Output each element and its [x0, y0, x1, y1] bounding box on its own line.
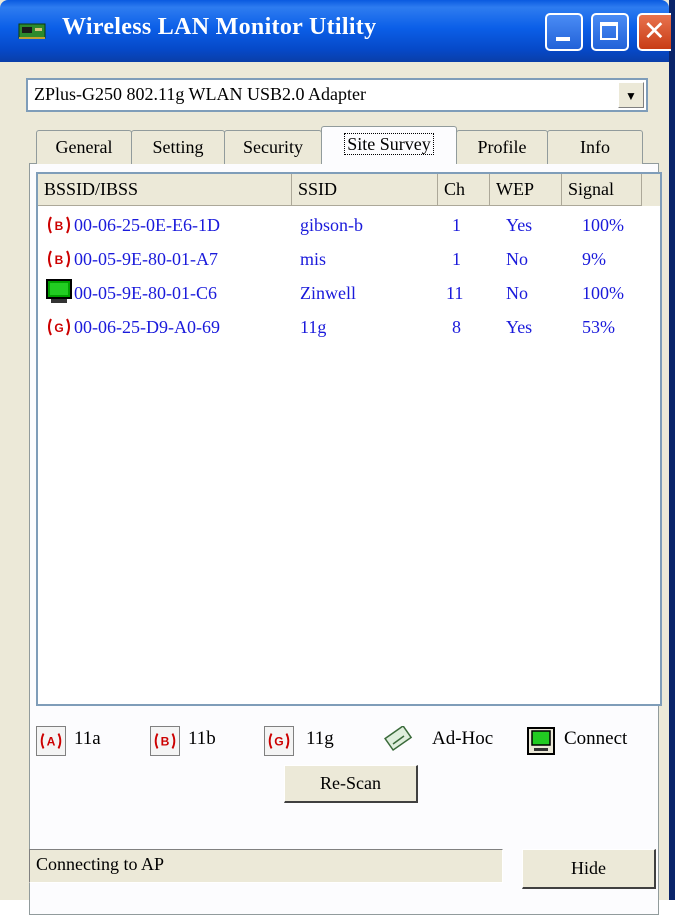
column-header-wep[interactable]: WEP: [490, 174, 562, 206]
minimize-button[interactable]: [545, 13, 583, 51]
channel-cell: 8: [452, 317, 461, 337]
legend-label-11a: 11a: [74, 728, 101, 749]
tab-setting[interactable]: Setting: [131, 130, 225, 164]
legend-label-11b: 11b: [188, 728, 216, 749]
channel-cell: 1: [452, 215, 461, 235]
b-badge-icon: B: [48, 216, 70, 234]
adapter-select-value: ZPlus-G250 802.11g WLAN USB2.0 Adapter: [34, 84, 366, 104]
bssid-value: 00-05-9E-80-01-C6: [74, 283, 217, 303]
ssid-cell: mis: [300, 249, 327, 269]
g-badge-icon: G: [264, 726, 294, 756]
legend-label-connect: Connect: [564, 728, 628, 749]
connect-icon: [46, 278, 72, 303]
table-row[interactable]: G 00-06-25-D9-A0-69 11g 8 Yes 53%: [38, 310, 660, 344]
bssid-value: 00-06-25-0E-E6-1D: [74, 215, 220, 235]
a-badge-icon: A: [36, 726, 66, 756]
legend-label-11g: 11g: [306, 728, 334, 749]
signal-cell: 100%: [582, 215, 624, 235]
minimize-icon: [556, 37, 570, 41]
hide-button[interactable]: Hide: [522, 849, 656, 889]
tab-info[interactable]: Info: [547, 130, 643, 164]
bssid-cell: 00-05-9E-80-01-C6: [46, 276, 217, 310]
signal-cell: 53%: [582, 317, 615, 337]
b-badge-icon: B: [150, 726, 180, 756]
wep-cell: No: [506, 249, 528, 269]
tab-profile[interactable]: Profile: [456, 130, 548, 164]
tab-security[interactable]: Security: [224, 130, 322, 164]
tab-site-survey[interactable]: Site Survey: [321, 126, 457, 164]
ssid-cell: gibson-b: [300, 215, 363, 235]
bssid-cell: B 00-06-25-0E-E6-1D: [46, 208, 220, 242]
channel-cell: 1: [452, 249, 461, 269]
b-badge-letter: B: [55, 219, 64, 233]
wep-cell: Yes: [506, 215, 533, 235]
title-bar[interactable]: Wireless LAN Monitor Utility ✕: [0, 0, 671, 62]
table-row[interactable]: B 00-05-9E-80-01-A7 mis 1 No 9%: [38, 242, 660, 276]
signal-cell: 100%: [582, 283, 624, 303]
b-badge-letter: B: [161, 735, 170, 749]
close-icon: ✕: [643, 16, 666, 47]
b-badge-letter: B: [55, 253, 64, 267]
dropdown-arrow-icon[interactable]: ▼: [618, 82, 644, 108]
a-badge-letter: A: [47, 735, 56, 749]
adapter-select[interactable]: ZPlus-G250 802.11g WLAN USB2.0 Adapter ▼: [26, 78, 648, 112]
g-badge-icon: G: [48, 318, 70, 336]
status-bar: Connecting to AP: [29, 849, 503, 883]
ssid-cell: Zinwell: [300, 283, 356, 303]
tab-general[interactable]: General: [36, 130, 132, 164]
adhoc-icon: [384, 726, 413, 752]
column-header-ssid[interactable]: SSID: [292, 174, 438, 206]
list-header: BSSID/IBSS SSID Ch WEP Signal: [38, 174, 660, 206]
g-badge-letter: G: [54, 321, 63, 335]
signal-cell: 9%: [582, 249, 606, 269]
column-header-signal[interactable]: Signal: [562, 174, 642, 206]
tab-site-survey-label: Site Survey: [344, 133, 434, 155]
table-row[interactable]: 00-05-9E-80-01-C6 Zinwell 11 No 100%: [38, 276, 660, 310]
bssid-value: 00-06-25-D9-A0-69: [74, 317, 220, 337]
wep-cell: Yes: [506, 317, 533, 337]
maximize-button[interactable]: [591, 13, 629, 51]
maximize-icon: [600, 22, 618, 40]
column-header-ch[interactable]: Ch: [438, 174, 490, 206]
wlan-card-icon: [18, 23, 46, 39]
window-title: Wireless LAN Monitor Utility: [62, 14, 377, 40]
column-header-bssid[interactable]: BSSID/IBSS: [38, 174, 292, 206]
app-window: Wireless LAN Monitor Utility ✕ ZPlus-G25…: [0, 0, 675, 915]
bssid-value: 00-05-9E-80-01-A7: [74, 249, 218, 269]
legend: A 11a B 11b G 11g Ad-Hoc Connect: [36, 722, 666, 762]
close-button[interactable]: ✕: [637, 13, 671, 51]
legend-label-adhoc: Ad-Hoc: [432, 728, 494, 749]
connect-icon: [527, 727, 555, 755]
rescan-button[interactable]: Re-Scan: [284, 765, 418, 803]
channel-cell: 11: [446, 283, 464, 303]
b-badge-icon: B: [48, 250, 70, 268]
ssid-cell: 11g: [300, 317, 327, 337]
wep-cell: No: [506, 283, 528, 303]
site-survey-list[interactable]: BSSID/IBSS SSID Ch WEP Signal B 00-06-25…: [36, 172, 662, 706]
g-badge-letter: G: [274, 735, 283, 749]
table-row[interactable]: B 00-06-25-0E-E6-1D gibson-b 1 Yes 100%: [38, 208, 660, 242]
bssid-cell: G 00-06-25-D9-A0-69: [46, 310, 220, 344]
status-text: Connecting to AP: [36, 854, 165, 874]
bssid-cell: B 00-05-9E-80-01-A7: [46, 242, 218, 276]
